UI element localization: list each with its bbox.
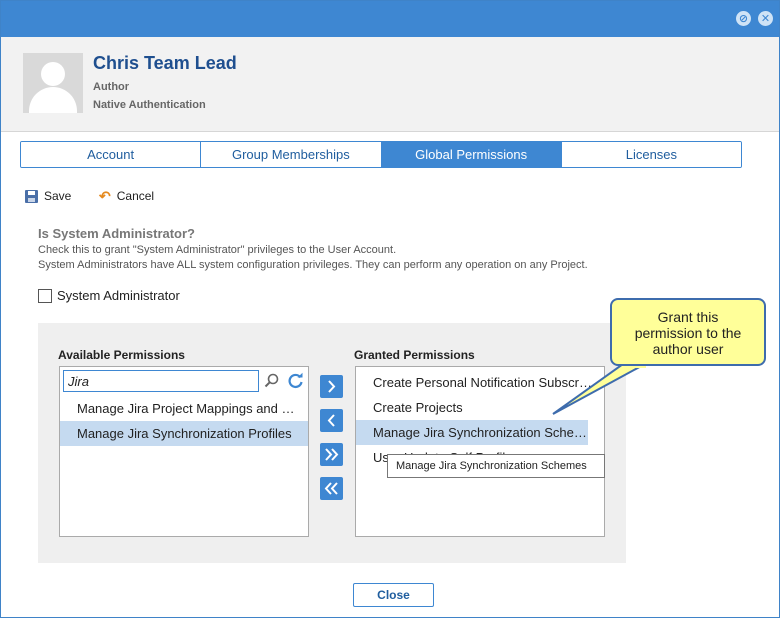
available-permissions-label: Available Permissions [58,348,185,362]
refresh-icon[interactable] [287,372,304,389]
callout-line-1: Grant this [657,309,719,325]
permission-search-input[interactable] [63,370,259,392]
sysadmin-description-2: System Administrators have ALL system co… [38,259,588,271]
sysadmin-checkbox[interactable] [38,288,52,303]
granted-permissions-label: Granted Permissions [354,348,475,362]
annotation-callout: Grant this permission to the author user [610,298,766,366]
user-dialog: ⊘ ✕ Chris Team Lead Author Native Authen… [0,0,780,618]
available-permission-item[interactable]: Manage Jira Project Mappings and Sync Pr… [60,396,301,421]
grant-all-button[interactable] [320,443,343,466]
chevron-right-icon [328,380,336,393]
tab-group-memberships[interactable]: Group Memberships [201,142,382,167]
user-name: Chris Team Lead [93,53,237,73]
user-role: Author [93,81,130,93]
user-auth-type: Native Authentication [93,99,206,111]
sysadmin-heading: Is System Administrator? [38,226,196,241]
permission-tooltip: Manage Jira Synchronization Schemes [387,454,605,478]
dialog-titlebar: ⊘ ✕ [1,1,779,37]
tab-account[interactable]: Account [21,142,202,167]
callout-line-3: author user [652,341,724,357]
cancel-button[interactable]: ↶ Cancel [99,187,154,205]
save-icon [25,189,38,203]
available-permissions-list[interactable]: Manage Jira Project Mappings and Sync Pr… [59,366,309,537]
sysadmin-checkbox-row[interactable]: System Administrator [38,288,180,303]
save-label: Save [44,189,72,203]
close-button[interactable]: Close [353,583,434,607]
minimize-icon[interactable]: ⊘ [736,11,751,26]
tab-licenses[interactable]: Licenses [561,142,741,167]
revoke-all-button[interactable] [320,477,343,500]
chevron-left-icon [327,414,335,427]
revoke-selected-button[interactable] [320,409,343,432]
close-icon[interactable]: ✕ [758,11,773,26]
user-header: Chris Team Lead Author Native Authentica… [1,37,779,132]
cancel-label: Cancel [116,189,155,203]
sysadmin-description-1: Check this to grant "System Administrato… [38,244,397,256]
double-chevron-left-icon [324,482,338,495]
avatar [23,53,83,113]
sysadmin-checkbox-label: System Administrator [57,288,180,303]
save-button[interactable]: Save [25,187,71,205]
undo-arrow-icon: ↶ [99,187,111,204]
tab-bar: Account Group Memberships Global Permiss… [20,141,742,168]
granted-permission-item[interactable]: Manage Jira Synchronization Schemes [356,420,588,445]
search-icon[interactable] [264,373,279,388]
callout-line-2: permission to the [634,325,742,341]
available-permission-item[interactable]: Manage Jira Synchronization Profiles [60,421,308,446]
grant-selected-button[interactable] [320,375,343,398]
double-chevron-right-icon [325,448,339,461]
tab-global-permissions[interactable]: Global Permissions [381,142,562,167]
